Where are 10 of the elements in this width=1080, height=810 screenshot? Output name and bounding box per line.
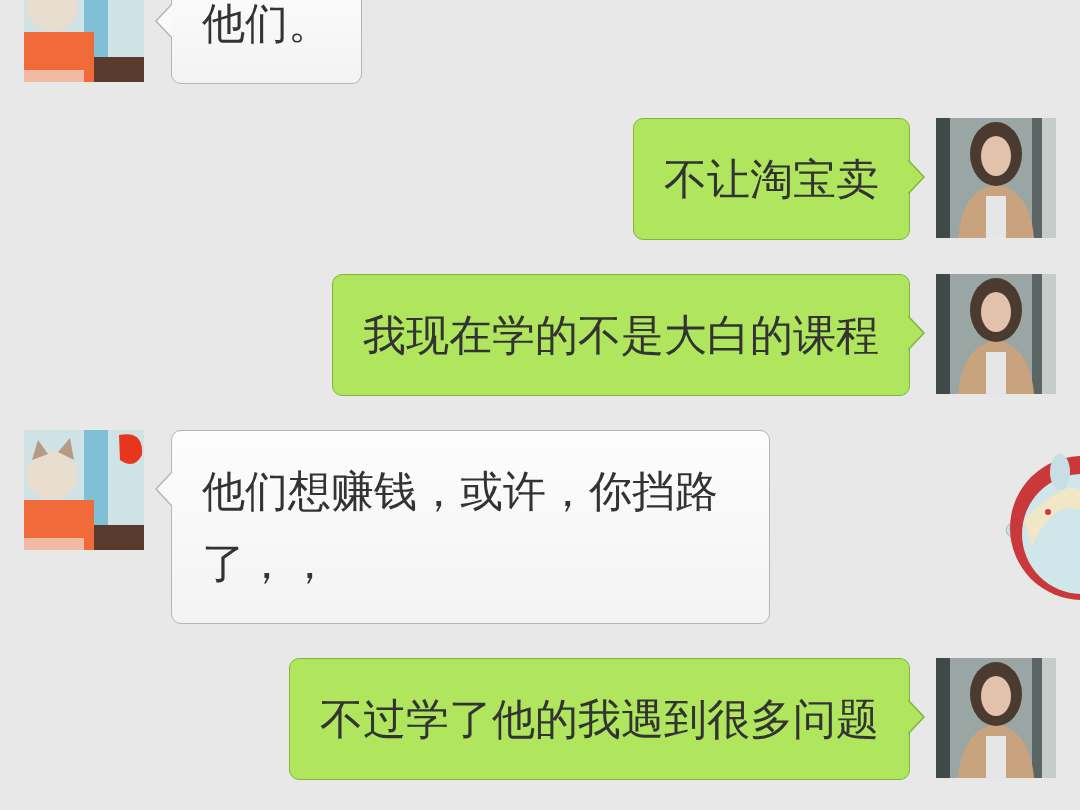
bubble-tail xyxy=(908,160,926,194)
message-bubble: 他们想赚钱，或许，你挡路了，， xyxy=(170,430,770,624)
bubble-tail xyxy=(908,700,926,734)
message-bubble: 他们。 xyxy=(170,0,362,84)
bubble-tail xyxy=(154,472,172,506)
bubble-tail xyxy=(908,316,926,350)
message-bubble: 不让淘宝卖 xyxy=(632,118,910,240)
bubble-tail xyxy=(154,4,172,38)
message-bubble: 不过学了他的我遇到很多问题 xyxy=(288,658,910,780)
message-bubble: 我现在学的不是大白的课程 xyxy=(331,274,910,396)
